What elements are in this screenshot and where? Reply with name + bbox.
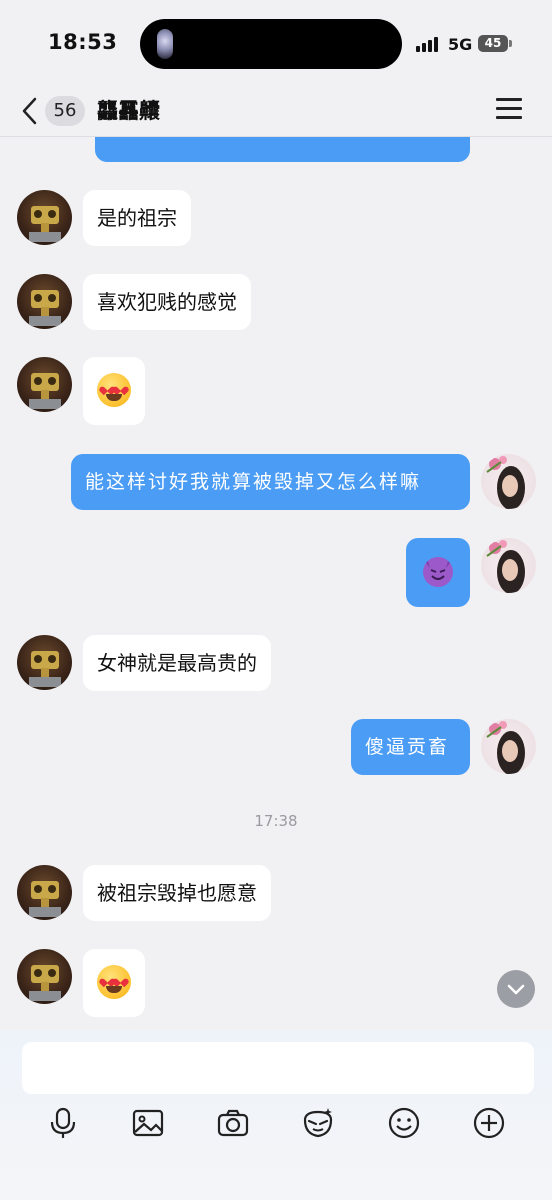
message-input[interactable] — [22, 1042, 534, 1094]
emoji-icon[interactable] — [387, 1106, 421, 1140]
unread-count-badge[interactable]: 56 — [45, 96, 85, 126]
message-bubble-sent[interactable]: 傻逼贡畜 — [351, 719, 470, 775]
back-arrow-icon[interactable] — [20, 96, 40, 126]
flashlight-indicator-icon — [157, 29, 173, 59]
heart-eyes-emoji-icon — [97, 965, 131, 999]
microphone-icon[interactable] — [46, 1106, 80, 1140]
user-portrait-avatar-icon — [486, 540, 525, 593]
bronze-mask-avatar-icon — [29, 881, 61, 917]
camera-icon[interactable] — [216, 1106, 250, 1140]
contact-avatar[interactable] — [17, 274, 72, 329]
contact-avatar[interactable] — [17, 949, 72, 1004]
dynamic-island — [140, 19, 402, 69]
contact-avatar[interactable] — [17, 190, 72, 245]
bronze-mask-avatar-icon — [29, 373, 61, 409]
contact-avatar[interactable] — [17, 635, 72, 690]
my-avatar[interactable] — [481, 719, 536, 774]
image-icon[interactable] — [131, 1106, 165, 1140]
message-timestamp: 17:38 — [254, 812, 298, 830]
sticker-icon[interactable] — [301, 1106, 335, 1140]
battery-icon: 45 — [478, 35, 508, 52]
heart-eyes-emoji-icon — [97, 373, 131, 407]
contact-avatar[interactable] — [17, 865, 72, 920]
my-avatar[interactable] — [481, 538, 536, 593]
contact-avatar[interactable] — [17, 357, 72, 412]
signal-icon — [416, 36, 442, 52]
status-bar: 18:53 5G 45 — [0, 0, 552, 88]
message-list[interactable]: 是的祖宗 喜欢犯贱的感觉 能这样讨好我就算被毁掉又怎么样嘛 女神就是最高贵的 傻… — [0, 137, 552, 1030]
message-bubble-partial[interactable] — [95, 137, 470, 162]
message-bubble-received[interactable]: 女神就是最高贵的 — [83, 635, 271, 691]
bronze-mask-avatar-icon — [29, 206, 61, 242]
composer-bar — [0, 1030, 552, 1200]
smiling-devil-emoji-icon — [423, 557, 453, 587]
my-avatar[interactable] — [481, 454, 536, 509]
plus-icon[interactable] — [472, 1106, 506, 1140]
message-bubble-received[interactable] — [83, 949, 145, 1017]
bronze-mask-avatar-icon — [29, 965, 61, 1001]
message-bubble-sent[interactable] — [406, 538, 470, 607]
network-type: 5G — [448, 35, 473, 54]
message-bubble-received[interactable]: 是的祖宗 — [83, 190, 191, 246]
message-bubble-sent[interactable]: 能这样讨好我就算被毁掉又怎么样嘛 — [71, 454, 470, 510]
bronze-mask-avatar-icon — [29, 290, 61, 326]
battery-cap — [509, 40, 512, 47]
chevron-down-icon — [507, 984, 525, 995]
user-portrait-avatar-icon — [486, 721, 525, 774]
user-portrait-avatar-icon — [486, 456, 525, 509]
menu-icon[interactable] — [496, 98, 522, 120]
message-bubble-received[interactable] — [83, 357, 145, 425]
chat-header: 56 龘靐齉 — [0, 88, 552, 137]
chat-title: 龘靐齉 — [97, 99, 160, 123]
message-bubble-received[interactable]: 被祖宗毁掉也愿意 — [83, 865, 271, 921]
status-time: 18:53 — [48, 30, 118, 54]
scroll-to-bottom-button[interactable] — [497, 970, 535, 1008]
message-bubble-received[interactable]: 喜欢犯贱的感觉 — [83, 274, 251, 330]
bronze-mask-avatar-icon — [29, 651, 61, 687]
